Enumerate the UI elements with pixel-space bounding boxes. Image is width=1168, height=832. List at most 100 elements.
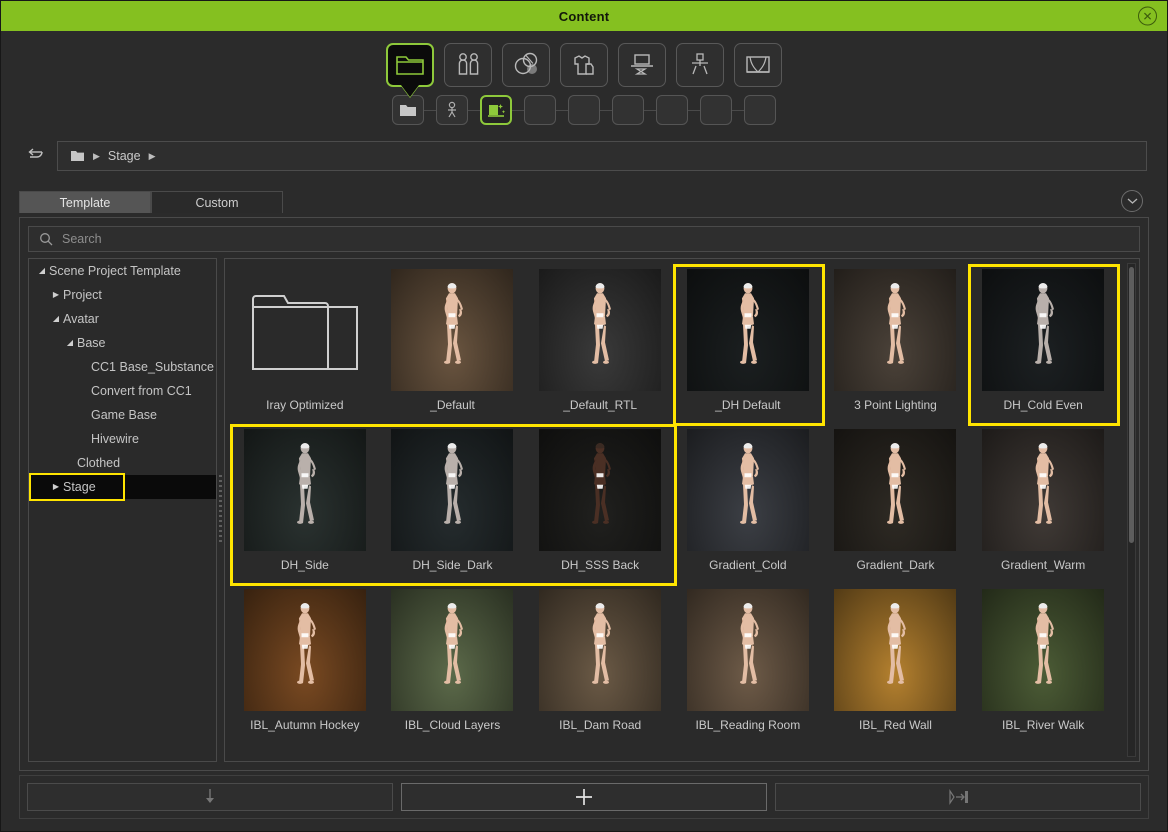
- footer-toolbar: [19, 775, 1149, 819]
- thumbnail-image: [539, 429, 662, 551]
- subtool-folder[interactable]: [392, 95, 424, 125]
- grid-item[interactable]: IBL_Reading Room: [674, 585, 822, 745]
- grid-item[interactable]: IBL_Cloud Layers: [379, 585, 527, 745]
- subtool-empty-1[interactable]: [524, 95, 556, 125]
- tab-template[interactable]: Template: [19, 191, 151, 213]
- toolbar-separator: [600, 109, 612, 111]
- grid-scrollbar[interactable]: [1127, 263, 1136, 757]
- subtool-scene-light[interactable]: [480, 95, 512, 125]
- tree-item-hivewire[interactable]: Hivewire: [29, 427, 216, 451]
- close-icon[interactable]: ✕: [1138, 6, 1157, 26]
- grid-item-label: _DH Default: [715, 398, 781, 412]
- grid-item-label: _Default: [430, 398, 475, 412]
- tab-custom[interactable]: Custom: [151, 191, 283, 213]
- download-button[interactable]: [27, 783, 393, 811]
- search-icon: [40, 233, 53, 246]
- tree-item-avatar[interactable]: ◢ Avatar: [29, 307, 216, 331]
- chevron-right-icon[interactable]: ▶: [49, 291, 63, 299]
- subtool-empty-4[interactable]: [656, 95, 688, 125]
- grid-item-label: DH_Side_Dark: [412, 558, 493, 572]
- tree-item-label: Scene Project Template: [49, 264, 181, 278]
- tool-folder[interactable]: [386, 43, 434, 99]
- toolbar-separator: [732, 109, 744, 111]
- chevron-down-icon[interactable]: ◢: [35, 267, 49, 275]
- add-button[interactable]: [401, 783, 767, 811]
- back-arrow-icon[interactable]: [19, 143, 49, 169]
- toolbar-separator: [644, 109, 656, 111]
- tool-prop[interactable]: [618, 43, 666, 87]
- tree-item-convert-from-cc1[interactable]: Convert from CC1: [29, 379, 216, 403]
- thumbnail-image: [982, 429, 1105, 551]
- grid-item-label: IBL_Red Wall: [859, 718, 932, 732]
- grid-item[interactable]: IBL_River Walk: [969, 585, 1117, 745]
- window-title: Content: [558, 8, 610, 24]
- panel-splitter[interactable]: [217, 258, 224, 762]
- folder-tree: ◢ Scene Project Template ▶ Project ◢ Avatar ◢ B…: [28, 258, 217, 762]
- grid-item[interactable]: _Default_RTL: [526, 265, 674, 425]
- tool-cloth[interactable]: [560, 43, 608, 87]
- thumbnail-image: [539, 589, 662, 711]
- grid-item[interactable]: 3 Point Lighting: [822, 265, 970, 425]
- grid-item-label: Iray Optimized: [266, 398, 344, 412]
- grid-item[interactable]: Iray Optimized: [231, 265, 379, 425]
- grid-item[interactable]: Gradient_Dark: [822, 425, 970, 585]
- subtool-empty-3[interactable]: [612, 95, 644, 125]
- thumbnail-image: [686, 429, 809, 551]
- thumbnail-image: [539, 269, 662, 391]
- breadcrumb-path[interactable]: Stage: [108, 149, 141, 163]
- subtool-empty-5[interactable]: [700, 95, 732, 125]
- thumbnail-image: [686, 589, 809, 711]
- grid-item[interactable]: _DH Default: [674, 265, 822, 425]
- grid-item[interactable]: IBL_Autumn Hockey: [231, 585, 379, 745]
- tabs-row: Template Custom: [1, 173, 1167, 213]
- toolbar-separator: [468, 109, 480, 111]
- search-input[interactable]: Search: [28, 226, 1140, 252]
- subtool-empty-6[interactable]: [744, 95, 776, 125]
- toolbar-area: [1, 31, 1167, 131]
- grid-item[interactable]: Gradient_Cold: [674, 425, 822, 585]
- thumbnail-image: [391, 429, 514, 551]
- tree-item-label: Game Base: [91, 408, 158, 422]
- tree-item-base[interactable]: ◢ Base: [29, 331, 216, 355]
- apply-button[interactable]: [775, 783, 1141, 811]
- chevron-down-icon[interactable]: ◢: [63, 339, 77, 347]
- tool-stage[interactable]: [734, 43, 782, 87]
- chevron-down-icon[interactable]: ◢: [49, 315, 63, 323]
- tree-item-project[interactable]: ▶ Project: [29, 283, 216, 307]
- grid-item-label: DH_Cold Even: [1003, 398, 1083, 412]
- subtool-empty-2[interactable]: [568, 95, 600, 125]
- tree-item-scene-project-template[interactable]: ◢ Scene Project Template: [29, 259, 216, 283]
- grid-item-label: 3 Point Lighting: [854, 398, 937, 412]
- tool-motion[interactable]: [676, 43, 724, 87]
- tree-item-label: CC1 Base_Substance: [91, 360, 214, 374]
- grid-item[interactable]: IBL_Red Wall: [822, 585, 970, 745]
- subtool-character[interactable]: [436, 95, 468, 125]
- tool-material[interactable]: [502, 43, 550, 87]
- grid-item[interactable]: DH_SSS Back: [526, 425, 674, 585]
- grid-item[interactable]: IBL_Dam Road: [526, 585, 674, 745]
- grid-item-label: Gradient_Warm: [1001, 558, 1086, 572]
- tree-item-cc1-base-substance[interactable]: CC1 Base_Substance: [29, 355, 216, 379]
- breadcrumb[interactable]: ▶ Stage ▶: [57, 141, 1147, 171]
- tool-avatar[interactable]: [444, 43, 492, 87]
- grid-item[interactable]: Gradient_Warm: [969, 425, 1117, 585]
- grid-item-label: Gradient_Dark: [856, 558, 935, 572]
- toolbar-separator: [556, 109, 568, 111]
- tree-item-clothed[interactable]: Clothed: [29, 451, 216, 475]
- grid-item[interactable]: DH_Side_Dark: [379, 425, 527, 585]
- thumbnail-grid-pane: Iray Optimized _Default _Default_RTL _DH De…: [224, 258, 1140, 762]
- grid-item[interactable]: _Default: [379, 265, 527, 425]
- grid-scrollbar-thumb[interactable]: [1129, 267, 1134, 543]
- content-window: Content ✕ ▶ Stage ▶ Template Custom Sear…: [0, 0, 1168, 832]
- grid-item[interactable]: DH_Cold Even: [969, 265, 1117, 425]
- tree-item-stage[interactable]: ▶ Stage: [29, 475, 216, 499]
- toolbar-separator: [424, 109, 436, 111]
- tree-item-game-base[interactable]: Game Base: [29, 403, 216, 427]
- grid-item-label: IBL_Cloud Layers: [404, 718, 501, 732]
- grid-item[interactable]: DH_Side: [231, 425, 379, 585]
- chevron-right-icon[interactable]: ▶: [49, 483, 63, 491]
- breadcrumb-separator-1: ▶: [93, 150, 100, 161]
- chevron-down-circle-icon[interactable]: [1121, 190, 1143, 212]
- toolbar-separator: [512, 109, 524, 111]
- breadcrumb-row: ▶ Stage ▶: [1, 131, 1167, 173]
